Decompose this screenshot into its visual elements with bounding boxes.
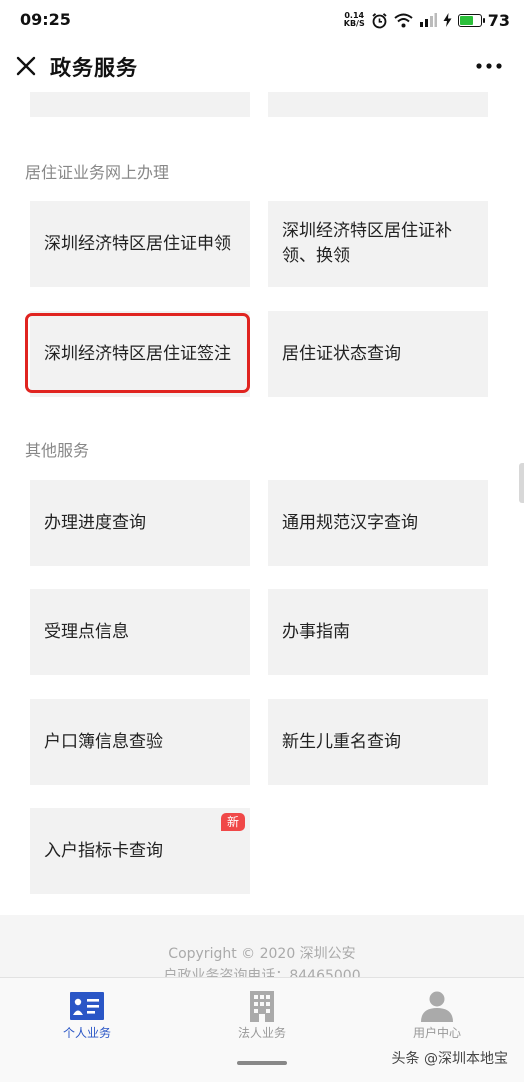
status-time: 09:25 (20, 10, 71, 29)
copyright-text: Copyright © 2020 深圳公安 (168, 946, 356, 962)
content-scroll-area[interactable]: 居住证业务网上办理 深圳经济特区居住证申领 深圳经济特区居住证补领、换领 深圳经… (0, 92, 524, 977)
bottom-tab-bar: 个人业务 法人业务 用户中心 头条 @深圳本地宝 (0, 977, 524, 1082)
person-card-icon (70, 992, 104, 1020)
more-options-icon[interactable] (474, 54, 504, 78)
tile-label: 户口簿信息查验 (44, 731, 163, 752)
network-speed-unit: KB/S (343, 19, 365, 28)
section-title-other-services: 其他服务 (25, 441, 90, 460)
new-badge: 新 (221, 813, 245, 831)
tile-label: 深圳经济特区居住证申领 (44, 233, 231, 254)
hotline-text: 户政业务咨询电话：84465000 (163, 968, 361, 977)
tab-legal-entity-business[interactable]: 法人业务 (175, 978, 349, 1048)
footer: Copyright © 2020 深圳公安 户政业务咨询电话：84465000 (0, 915, 524, 977)
tile-label: 深圳经济特区居住证签注 (44, 343, 231, 364)
tab-user-center[interactable]: 用户中心 (350, 978, 524, 1048)
tile-label: 深圳经济特区居住证补领、换领 (282, 221, 452, 266)
tile-progress-query[interactable]: 办理进度查询 (30, 480, 250, 566)
watermark-text: 头条 @深圳本地宝 (391, 1051, 508, 1067)
app-header: 政务服务 (0, 40, 524, 92)
scroll-handle[interactable] (519, 463, 524, 503)
tile-residence-permit-apply[interactable]: 深圳经济特区居住证申领 (30, 201, 250, 287)
tile-residence-permit-reissue[interactable]: 深圳经济特区居住证补领、换领 (268, 201, 488, 287)
tab-label: 用户中心 (412, 1026, 461, 1040)
building-icon (250, 991, 274, 1022)
tile-service-point-info[interactable]: 受理点信息 (30, 589, 250, 675)
battery-level: 73 (487, 10, 510, 30)
battery-fill (459, 15, 473, 25)
alarm-icon (372, 12, 387, 28)
tile-label: 通用规范汉字查询 (282, 512, 418, 533)
tile-settlement-card-query[interactable]: 入户指标卡查询 (30, 808, 250, 894)
tile-standard-hanzi-query[interactable]: 通用规范汉字查询 (268, 480, 488, 566)
tile-label: 受理点信息 (44, 621, 129, 642)
tile-residence-permit-endorsement[interactable]: 深圳经济特区居住证签注 (30, 311, 250, 397)
status-indicators: 0.14 KB/S 73 (344, 9, 510, 31)
charging-icon (443, 13, 452, 27)
tile-label: 居住证状态查询 (282, 343, 401, 364)
status-bar: 09:25 0.14 KB/S 73 (0, 0, 524, 40)
tab-label: 个人业务 (62, 1026, 111, 1040)
page-title: 政务服务 (50, 56, 138, 80)
battery-icon (457, 13, 485, 27)
tile-label: 办理进度查询 (44, 512, 146, 533)
signal-icon (419, 13, 437, 27)
tile-household-register-check[interactable]: 户口簿信息查验 (30, 699, 250, 785)
home-indicator[interactable] (237, 1061, 287, 1065)
tab-personal-business[interactable]: 个人业务 (0, 978, 174, 1048)
service-tile-partial-right[interactable] (268, 92, 488, 117)
network-speed: 0.14 KB/S (344, 12, 365, 28)
tile-label: 办事指南 (282, 621, 350, 642)
tab-label: 法人业务 (237, 1026, 286, 1040)
wifi-icon (394, 13, 413, 27)
tile-label: 入户指标卡查询 (44, 840, 163, 861)
tile-label: 新生儿重名查询 (282, 731, 401, 752)
tile-residence-permit-status[interactable]: 居住证状态查询 (268, 311, 488, 397)
user-icon (421, 991, 453, 1022)
section-title-residence-permit: 居住证业务网上办理 (25, 163, 170, 182)
tile-newborn-name-query[interactable]: 新生儿重名查询 (268, 699, 488, 785)
close-icon[interactable] (12, 52, 40, 80)
tile-service-guide[interactable]: 办事指南 (268, 589, 488, 675)
service-tile-partial-left[interactable] (30, 92, 250, 117)
